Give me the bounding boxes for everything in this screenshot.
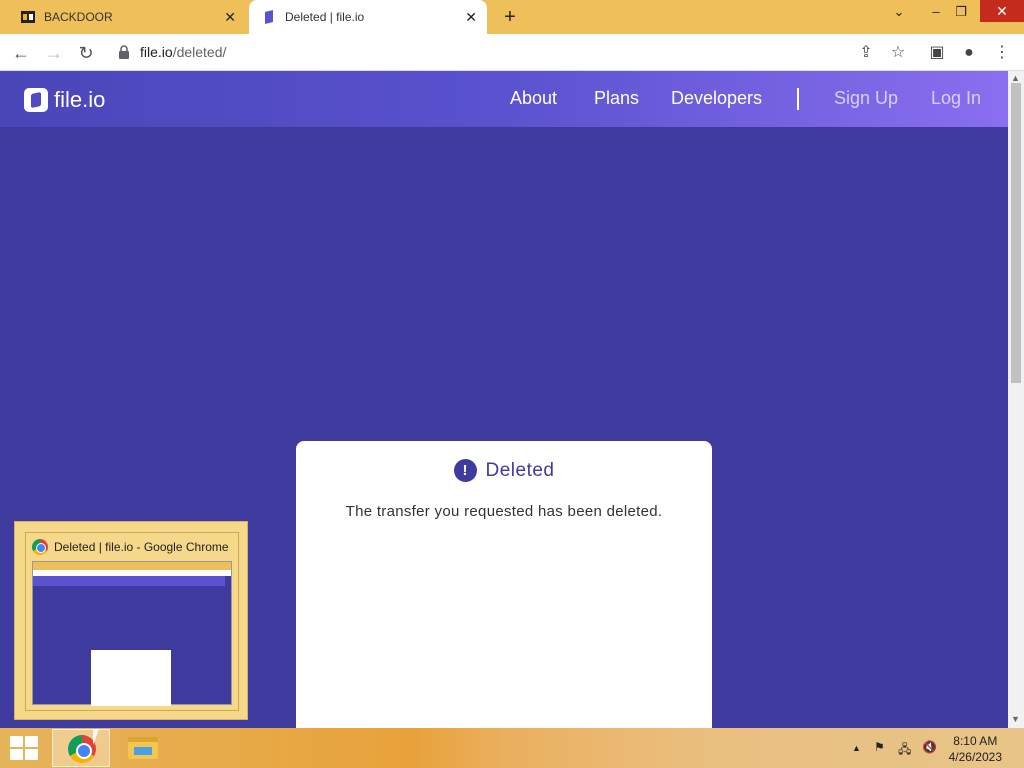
thumbnail-tabs [33, 562, 231, 570]
chrome-icon [68, 735, 96, 763]
back-arrow-icon[interactable]: ← [10, 42, 32, 64]
clapperboard-icon [20, 9, 36, 25]
nav-log-in[interactable]: Log In [931, 88, 981, 109]
tab-deleted-fileio[interactable]: Deleted | file.io ✕ [249, 0, 487, 34]
chrome-icon [32, 539, 48, 555]
mouse-cursor-icon [93, 729, 105, 745]
deleted-card: ! Deleted The transfer you requested has… [296, 441, 712, 728]
reload-icon[interactable]: ↻ [75, 42, 97, 64]
card-title: Deleted [485, 459, 555, 481]
tray-expand-icon[interactable]: ▲ [852, 743, 861, 753]
fileio-favicon-icon [261, 9, 277, 25]
thumbnail-card [91, 650, 171, 706]
clock-date: 4/26/2023 [948, 750, 1002, 764]
alert-icon: ! [453, 459, 477, 482]
profile-avatar-icon[interactable]: ● [958, 42, 980, 64]
nav-sign-up[interactable]: Sign Up [834, 88, 898, 109]
side-panel-icon[interactable]: ▣ [926, 42, 948, 64]
nav-developers[interactable]: Developers [671, 88, 762, 109]
action-center-flag-icon[interactable]: ⚑ [874, 740, 885, 754]
scroll-thumb[interactable] [1011, 83, 1021, 383]
windows-start-icon[interactable] [10, 736, 38, 760]
scroll-down-icon[interactable]: ▼ [1011, 714, 1020, 724]
address-bar[interactable]: file.io/deleted/ [108, 38, 918, 66]
nav-divider [797, 88, 799, 110]
card-heading: ! Deleted [296, 459, 712, 482]
clock-time: 8:10 AM [953, 734, 998, 748]
browser-toolbar: ← → ↻ file.io/deleted/ ⇪ ☆ ▣ ● ⋮ [0, 34, 1024, 71]
tab-title: BACKDOOR [44, 10, 113, 24]
close-tab-icon[interactable]: ✕ [465, 9, 477, 25]
system-clock[interactable]: 8:10 AM 4/26/2023 [949, 733, 1002, 765]
nav-about[interactable]: About [510, 88, 557, 109]
card-message: The transfer you requested has been dele… [345, 503, 663, 520]
site-header: file.io About Plans Developers Sign Up L… [0, 71, 1008, 127]
nav-plans[interactable]: Plans [594, 88, 639, 109]
windows-taskbar: ▲ ⚑ 🖧 🔇 8:10 AM 4/26/2023 [0, 728, 1024, 768]
url-text: file.io/deleted/ [140, 44, 226, 60]
thumbnail-header [33, 576, 225, 586]
network-icon[interactable]: 🖧 [898, 740, 911, 761]
taskbar-file-explorer[interactable] [114, 729, 172, 767]
url-path: /deleted/ [172, 44, 227, 60]
thumbnail-frame: Deleted | file.io - Google Chrome [25, 532, 239, 711]
share-icon[interactable]: ⇪ [855, 42, 877, 64]
minimize-icon[interactable]: – [926, 4, 946, 19]
tab-strip: BACKDOOR ✕ Deleted | file.io ✕ + ⌄ – ❐ ✕ [0, 0, 1024, 34]
bookmark-star-icon[interactable]: ☆ [887, 42, 909, 64]
menu-kebab-icon[interactable]: ⋮ [991, 42, 1013, 64]
tab-title: Deleted | file.io [285, 10, 365, 24]
window-close-icon[interactable]: ✕ [980, 0, 1024, 22]
fileio-logo-icon [24, 88, 48, 112]
site-logo[interactable]: file.io [24, 87, 105, 113]
restore-icon[interactable]: ❐ [951, 4, 971, 20]
close-tab-icon[interactable]: ✕ [224, 9, 236, 25]
page-scrollbar[interactable]: ▲ ▼ [1008, 71, 1024, 728]
thumbnail-screenshot [32, 561, 232, 706]
forward-arrow-icon[interactable]: → [43, 42, 65, 64]
lock-icon [118, 45, 130, 59]
folder-icon [128, 737, 158, 759]
thumbnail-title-text: Deleted | file.io - Google Chrome [54, 540, 229, 554]
tab-backdoor[interactable]: BACKDOOR ✕ [8, 0, 246, 34]
url-host: file.io [140, 44, 173, 60]
taskbar-thumbnail-preview[interactable]: Deleted | file.io - Google Chrome [14, 521, 248, 720]
logo-text: file.io [54, 87, 106, 112]
new-tab-button[interactable]: + [500, 6, 520, 28]
volume-muted-icon[interactable]: 🔇 [922, 740, 937, 754]
scroll-up-icon[interactable]: ▲ [1011, 73, 1020, 83]
thumbnail-title: Deleted | file.io - Google Chrome [32, 539, 229, 555]
tab-search-icon[interactable]: ⌄ [889, 4, 909, 20]
